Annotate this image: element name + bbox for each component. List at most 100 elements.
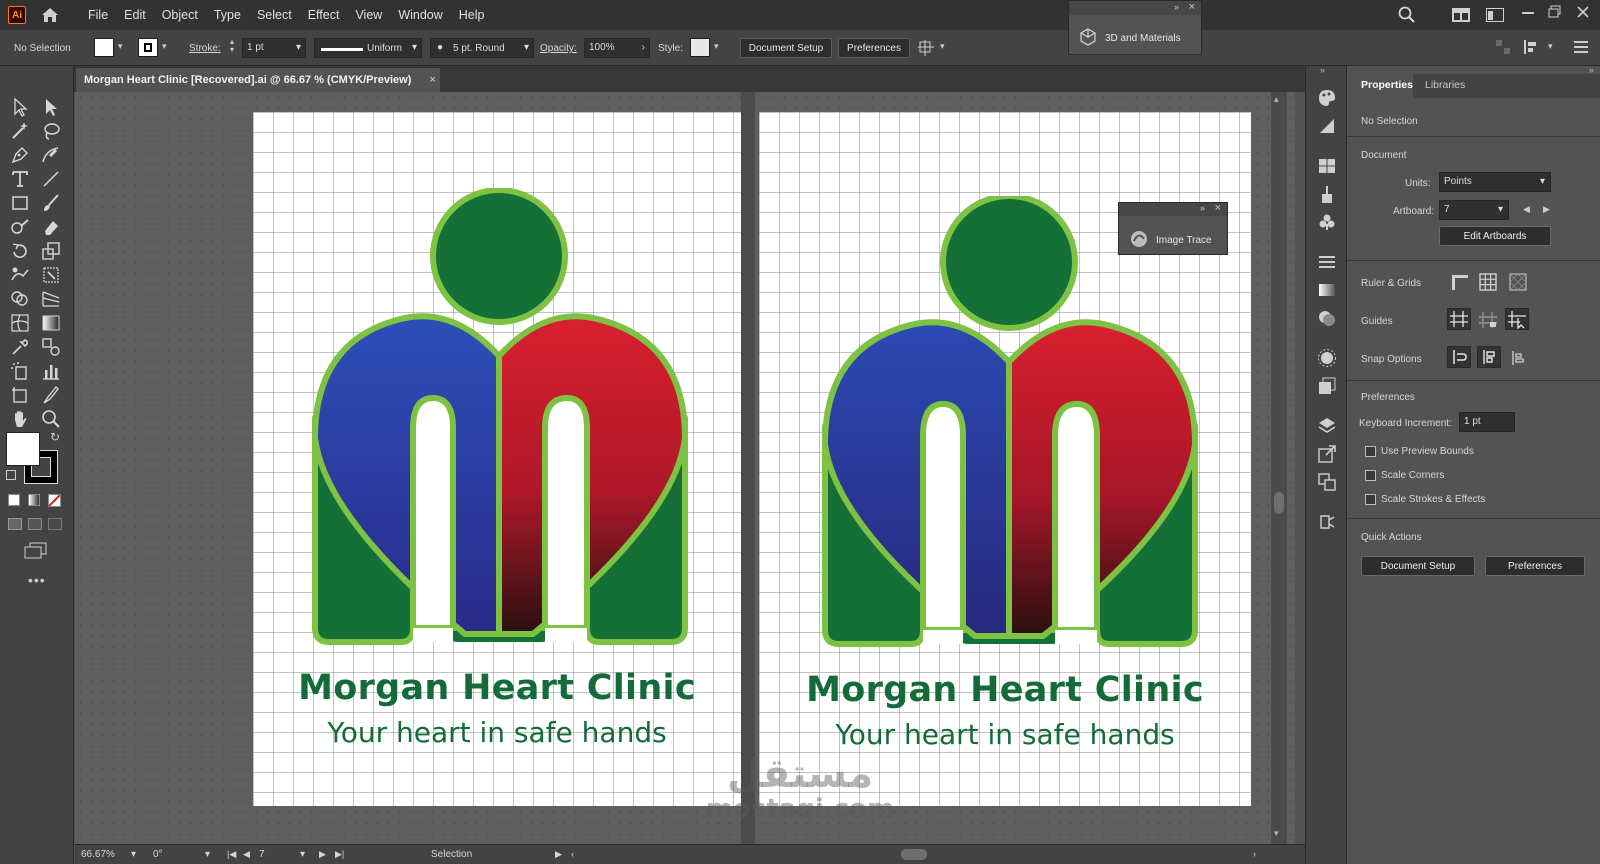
minimize-icon[interactable]	[1522, 11, 1534, 15]
magic-wand-tool-icon[interactable]	[9, 120, 31, 142]
fill-dropdown-icon[interactable]: ▾	[118, 41, 128, 51]
previous-artboard-icon[interactable]: ◀	[1523, 204, 1530, 215]
none-mode-icon[interactable]	[48, 494, 61, 507]
artboard-number[interactable]: 7	[259, 849, 265, 860]
last-artboard-icon[interactable]: ▶|	[335, 849, 344, 860]
color-panel-icon[interactable]	[1317, 88, 1337, 108]
draw-behind-icon[interactable]	[28, 518, 42, 530]
menu-help[interactable]: Help	[451, 8, 493, 22]
screen-mode-icon[interactable]	[24, 542, 48, 560]
close-tab-icon[interactable]: ×	[429, 74, 435, 86]
rectangle-tool-icon[interactable]	[9, 192, 31, 214]
workspace-icon[interactable]	[1486, 8, 1504, 22]
close-icon[interactable]: ×	[1215, 202, 1221, 214]
align-options-icon[interactable]	[1524, 40, 1540, 54]
color-guide-icon[interactable]	[1317, 116, 1337, 136]
next-artboard-icon[interactable]: ▶	[319, 849, 326, 860]
swatches-panel-icon[interactable]	[1317, 156, 1337, 176]
default-colors-icon[interactable]	[6, 470, 16, 480]
gradient-tool-icon[interactable]	[40, 312, 62, 334]
stroke-panel-icon[interactable]	[1317, 252, 1337, 272]
recolor-icon[interactable]	[918, 40, 936, 56]
home-icon[interactable]	[40, 5, 60, 25]
stroke-label[interactable]: Stroke:	[189, 43, 221, 54]
menu-file[interactable]: File	[80, 8, 116, 22]
free-transform-tool-icon[interactable]	[40, 264, 62, 286]
preferences-button[interactable]: Preferences	[838, 38, 910, 58]
menu-type[interactable]: Type	[206, 8, 249, 22]
artboard-select[interactable]: 7 ▾	[1439, 200, 1509, 220]
style-swatch[interactable]	[690, 38, 710, 57]
warp-tool-icon[interactable]	[9, 264, 31, 286]
menu-view[interactable]: View	[347, 8, 390, 22]
artboard-dropdown-icon[interactable]: ▾	[300, 849, 305, 860]
stroke-weight-field[interactable]: 1 pt ▾	[242, 38, 306, 58]
close-icon[interactable]: ×	[1189, 1, 1195, 13]
tab-properties[interactable]: Properties	[1361, 79, 1413, 91]
scroll-up-icon[interactable]: ▴	[1274, 94, 1279, 105]
rotation-value[interactable]: 0°	[153, 849, 163, 860]
canvas-area[interactable]: Morgan Heart Clinic Your heart in safe h…	[75, 92, 1295, 844]
collapse-dock-icon[interactable]: »	[1320, 65, 1325, 75]
style-dropdown-icon[interactable]: ▾	[714, 41, 724, 51]
stroke-stepper-icon[interactable]: ▴ ▾	[230, 38, 240, 54]
scroll-left-icon[interactable]: ‹	[571, 849, 574, 859]
shape-builder-tool-icon[interactable]	[9, 288, 31, 310]
vertical-scroll-thumb[interactable]	[1274, 492, 1284, 514]
fill-color-box[interactable]	[6, 432, 40, 466]
asset-export-icon[interactable]	[1317, 512, 1337, 532]
menu-window[interactable]: Window	[390, 8, 450, 22]
stroke-swatch[interactable]	[138, 38, 158, 57]
line-segment-tool-icon[interactable]	[40, 168, 62, 190]
color-mode-icon[interactable]	[8, 494, 20, 506]
opacity-field[interactable]: 100% ›	[584, 38, 650, 58]
type-tool-icon[interactable]	[9, 168, 31, 190]
gradient-mode-icon[interactable]	[28, 494, 40, 506]
quick-document-setup-button[interactable]: Document Setup	[1361, 556, 1475, 576]
layers-panel-icon[interactable]	[1317, 416, 1337, 436]
align-dropdown-icon[interactable]: ▾	[1548, 41, 1558, 51]
more-tools-icon[interactable]: •••	[28, 572, 46, 588]
tab-libraries[interactable]: Libraries	[1425, 79, 1465, 91]
units-select[interactable]: Points ▾	[1439, 172, 1551, 192]
smart-guides-button[interactable]	[1505, 308, 1529, 330]
document-setup-button[interactable]: Document Setup	[740, 38, 832, 58]
eraser-tool-icon[interactable]	[40, 216, 62, 238]
rotation-dropdown-icon[interactable]: ▾	[205, 849, 210, 860]
transparency-grid-icon[interactable]	[1507, 272, 1529, 292]
snap-to-pixel-button[interactable]	[1477, 346, 1501, 368]
zoom-dropdown-icon[interactable]: ▾	[131, 849, 136, 860]
snap-to-glyph-icon[interactable]	[1507, 348, 1529, 368]
recolor-dropdown-icon[interactable]: ▾	[940, 41, 950, 51]
fill-swatch[interactable]	[94, 38, 114, 57]
brush-definition[interactable]: ● 5 pt. Round ▾	[430, 38, 534, 58]
draw-inside-icon[interactable]	[48, 518, 62, 530]
menu-lines-icon[interactable]	[1574, 41, 1588, 53]
blend-tool-icon[interactable]	[40, 336, 62, 358]
previous-artboard-icon[interactable]: ◀	[243, 849, 250, 860]
scale-strokes-checkbox[interactable]	[1365, 494, 1376, 505]
snap-to-point-button[interactable]	[1447, 346, 1471, 368]
menu-effect[interactable]: Effect	[300, 8, 348, 22]
shaper-tool-icon[interactable]	[9, 216, 31, 238]
edit-artboards-button[interactable]: Edit Artboards	[1439, 226, 1551, 246]
panel-grip[interactable]	[1119, 203, 1227, 216]
collapse-icon[interactable]: »	[1174, 2, 1179, 12]
selection-tool-icon[interactable]	[9, 96, 31, 118]
restore-icon[interactable]	[1548, 5, 1562, 19]
stroke-dropdown-icon[interactable]: ▾	[162, 41, 172, 51]
slice-tool-icon[interactable]	[40, 384, 62, 406]
column-graph-tool-icon[interactable]	[40, 360, 62, 382]
align-icon[interactable]	[1496, 40, 1512, 54]
menu-object[interactable]: Object	[154, 8, 206, 22]
collapse-icon[interactable]: »	[1200, 203, 1205, 213]
swap-fill-stroke-icon[interactable]: ↻	[50, 430, 60, 444]
curvature-tool-icon[interactable]	[40, 144, 62, 166]
quick-preferences-button[interactable]: Preferences	[1485, 556, 1585, 576]
symbols-panel-icon[interactable]	[1317, 212, 1337, 232]
show-guides-button[interactable]	[1447, 308, 1471, 330]
image-trace-panel[interactable]: » × Image Trace	[1118, 202, 1228, 255]
gradient-panel-icon[interactable]	[1317, 280, 1337, 300]
opacity-label[interactable]: Opacity:	[540, 43, 577, 54]
panel-grip[interactable]	[1069, 1, 1201, 15]
